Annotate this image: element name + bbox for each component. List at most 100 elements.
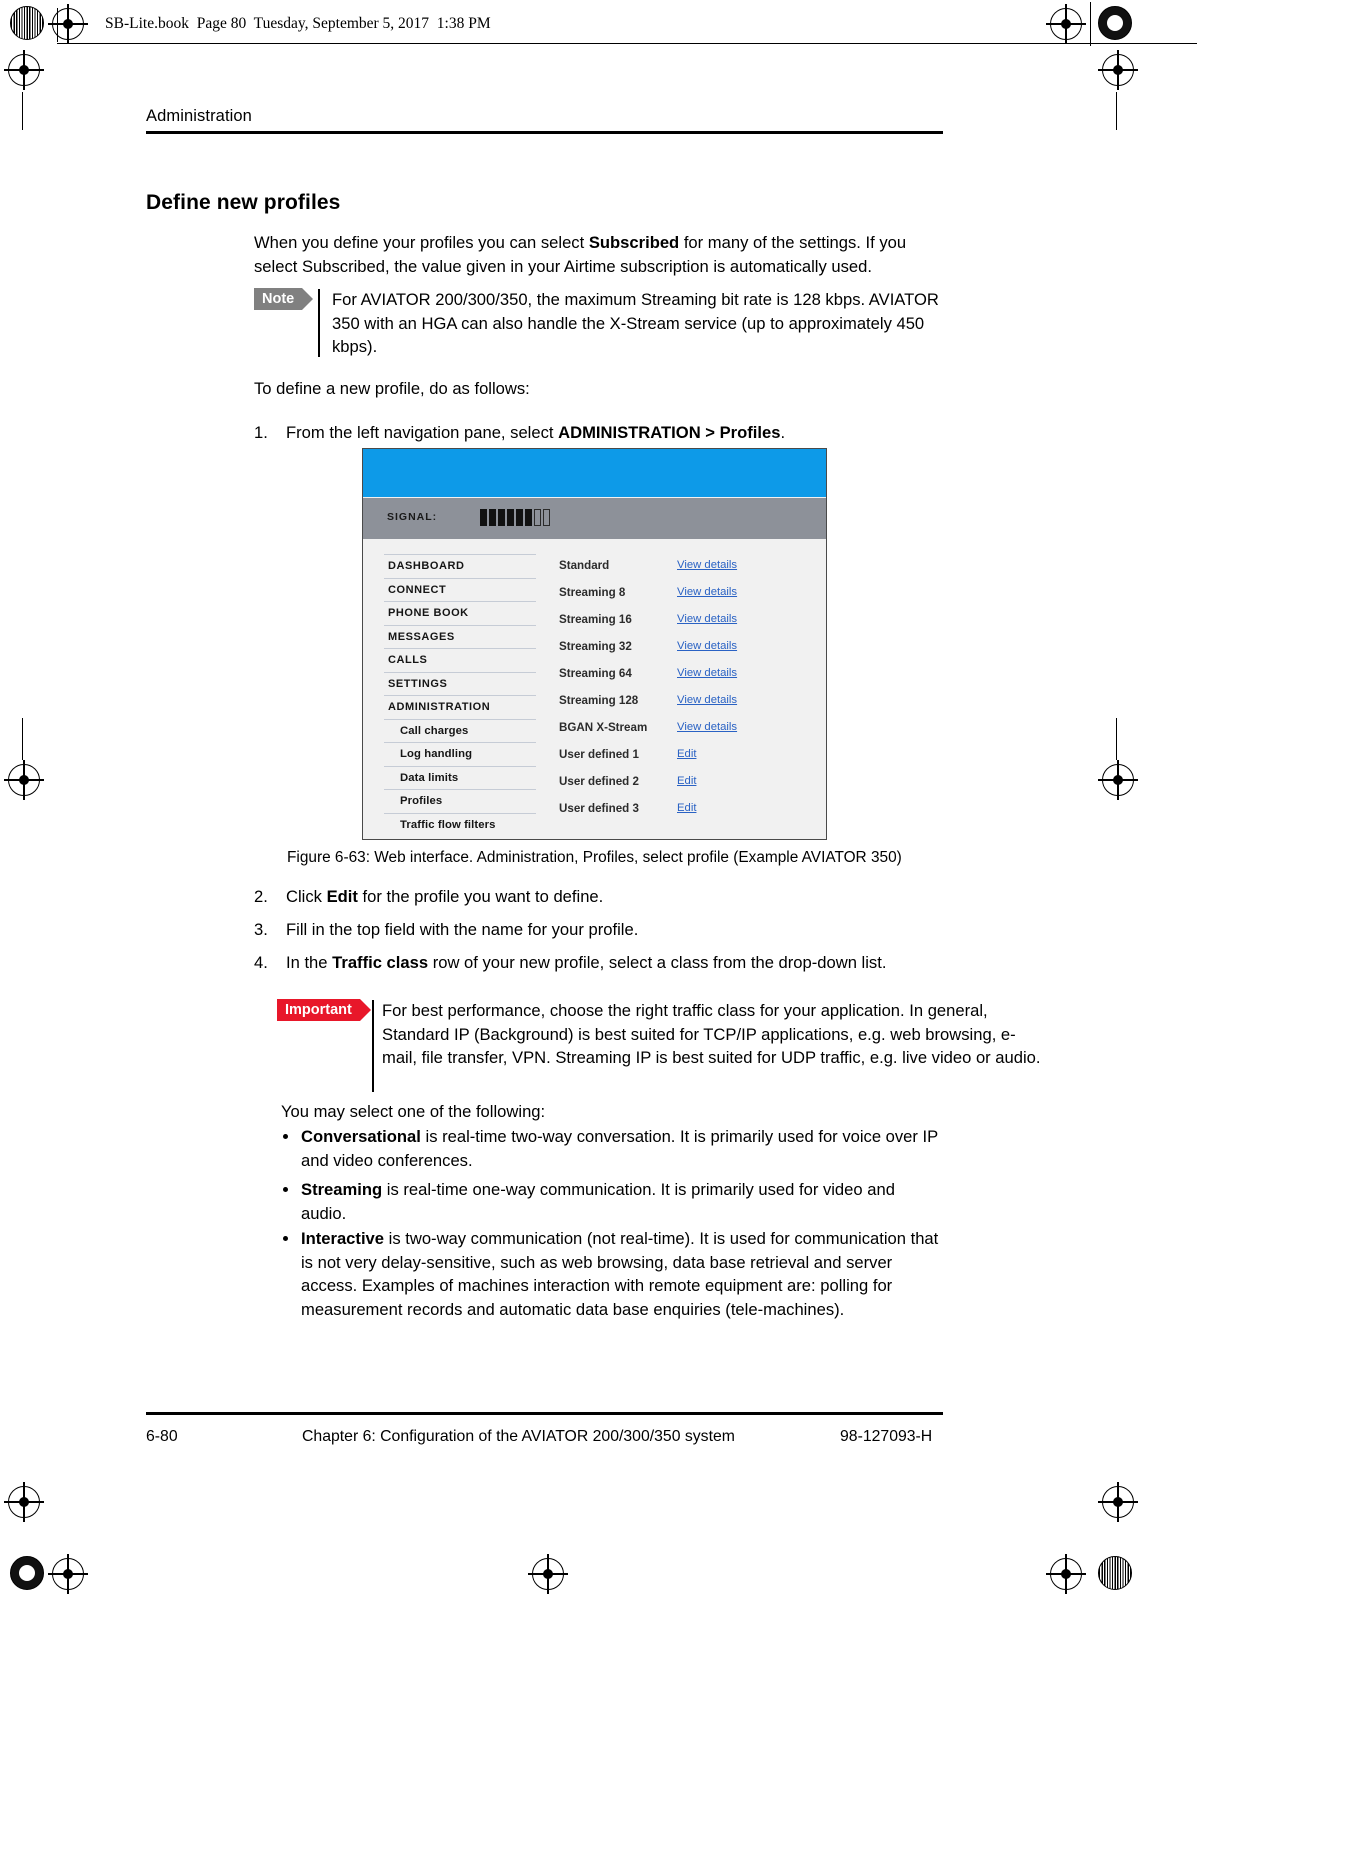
- nav-item-calls[interactable]: CALLS: [384, 648, 536, 672]
- bullet-streaming-rest: is real-time one-way communication. It i…: [301, 1180, 895, 1223]
- note-vertical-rule: [318, 289, 320, 357]
- important-tag-wrap: Important: [277, 999, 371, 1021]
- step-1-number: 1.: [254, 423, 268, 442]
- profile-row: User defined 3 Edit: [559, 800, 809, 827]
- intro-text-1: When you define your profiles you can se…: [254, 233, 589, 252]
- view-details-link[interactable]: View details: [677, 694, 737, 706]
- nav-item-profiles[interactable]: Profiles: [384, 789, 536, 813]
- signal-strength-icon: [480, 509, 550, 526]
- bullet-streaming-bold: Streaming: [301, 1180, 383, 1199]
- bullet-conversational: Conversational is real-time two-way conv…: [283, 1125, 943, 1172]
- footer-rule: [146, 1412, 943, 1415]
- step-3-text-a: Fill in the top field with the name for …: [286, 920, 639, 939]
- edit-link[interactable]: Edit: [677, 775, 696, 787]
- running-head-rule: [146, 131, 943, 134]
- step-3-number: 3.: [254, 920, 268, 939]
- nav-item-settings[interactable]: SETTINGS: [384, 671, 536, 696]
- bullet-dot-icon: [283, 1187, 288, 1192]
- profile-name: User defined 1: [559, 748, 639, 761]
- step-item-4: 4. In the Traffic class row of your new …: [254, 951, 944, 975]
- intro-paragraph: When you define your profiles you can se…: [254, 231, 944, 278]
- note-text: For AVIATOR 200/300/350, the maximum Str…: [332, 290, 939, 356]
- step-2-text-b: for the profile you want to define.: [357, 887, 604, 906]
- bullet-interactive: Interactive is two-way communication (no…: [283, 1227, 943, 1321]
- profile-name: Streaming 16: [559, 613, 632, 626]
- figure-top-banner: [363, 449, 826, 497]
- intro-bold-subscribed: Subscribed: [588, 233, 680, 252]
- footer-chapter-title: Chapter 6: Configuration of the AVIATOR …: [302, 1428, 735, 1445]
- step-4-text: In the Traffic class row of your new pro…: [286, 951, 944, 975]
- step-1-text-b: .: [780, 423, 786, 442]
- nav-item-administration[interactable]: ADMINISTRATION: [384, 695, 536, 719]
- view-details-link[interactable]: View details: [677, 721, 737, 733]
- step-4-number: 4.: [254, 953, 268, 972]
- step-2-number: 2.: [254, 887, 268, 906]
- step-4-bold: Traffic class: [332, 953, 429, 972]
- nav-item-call-charges[interactable]: Call charges: [384, 718, 536, 743]
- edit-link[interactable]: Edit: [677, 802, 696, 814]
- note-tag: Note: [254, 288, 314, 310]
- view-details-link[interactable]: View details: [677, 640, 737, 652]
- bullet-interactive-rest: is two-way communication (not real-time)…: [301, 1229, 939, 1319]
- profile-name: Standard: [559, 559, 610, 572]
- nav-item-traffic-flow-filters[interactable]: Traffic flow filters: [384, 812, 536, 837]
- footer-document-number: 98-127093-H: [840, 1428, 933, 1445]
- profile-name: User defined 2: [559, 775, 639, 788]
- profile-name: Streaming 128: [559, 694, 639, 707]
- nav-item-messages[interactable]: MESSAGES: [384, 624, 536, 649]
- profile-name: Streaming 32: [559, 640, 632, 653]
- bullet-streaming-text: Streaming is real-time one-way communica…: [301, 1178, 943, 1225]
- profile-row: BGAN X-Stream View details: [559, 719, 809, 746]
- navigation-pane: DASHBOARD CONNECT PHONE BOOK MESSAGES CALLS S…: [384, 554, 536, 836]
- profile-name: BGAN X-Stream: [559, 721, 648, 734]
- figure-caption: Figure 6-63: Web interface. Administrati…: [287, 849, 902, 866]
- profile-name: Streaming 64: [559, 667, 632, 680]
- step-4-text-b: row of your new profile, select a class …: [428, 953, 887, 972]
- step-1-text-a: From the left navigation pane, select: [286, 423, 559, 442]
- note-tag-wrap: Note: [254, 288, 314, 310]
- step-4-text-a: In the: [286, 953, 333, 972]
- view-details-link[interactable]: View details: [677, 613, 737, 625]
- step-3-text: Fill in the top field with the name for …: [286, 918, 944, 942]
- nav-item-dashboard[interactable]: DASHBOARD: [384, 554, 536, 578]
- profile-row: Streaming 64 View details: [559, 665, 809, 692]
- page-content: Administration Define new profiles When …: [0, 0, 1358, 1873]
- figure-body: DASHBOARD CONNECT PHONE BOOK MESSAGES CALLS S…: [363, 539, 826, 839]
- lead-in-paragraph: To define a new profile, do as follows:: [254, 379, 530, 398]
- select-one-paragraph: You may select one of the following:: [281, 1102, 546, 1121]
- profile-row: Streaming 16 View details: [559, 611, 809, 638]
- view-details-link[interactable]: View details: [677, 667, 737, 679]
- profile-row: Streaming 8 View details: [559, 584, 809, 611]
- page-title: Define new profiles: [146, 191, 341, 214]
- important-text: For best performance, choose the right t…: [382, 1001, 1041, 1067]
- signal-label: SIGNAL:: [387, 511, 438, 523]
- view-details-link[interactable]: View details: [677, 559, 737, 571]
- profile-name: Streaming 8: [559, 586, 626, 599]
- bullet-conversational-text: Conversational is real-time two-way conv…: [301, 1125, 943, 1172]
- important-tag: Important: [277, 999, 371, 1021]
- running-head: Administration: [146, 107, 252, 125]
- step-1-text: From the left navigation pane, select AD…: [286, 421, 944, 445]
- nav-item-log-handling[interactable]: Log handling: [384, 742, 536, 766]
- step-2-text-a: Click: [286, 887, 327, 906]
- profile-name: User defined 3: [559, 802, 639, 815]
- profiles-list: Standard View details Streaming 8 View deta…: [559, 557, 809, 827]
- view-details-link[interactable]: View details: [677, 586, 737, 598]
- bullet-streaming: Streaming is real-time one-way communica…: [283, 1178, 943, 1225]
- step-1-bold: ADMINISTRATION > Profiles: [558, 423, 781, 442]
- important-vertical-rule: [372, 1000, 374, 1092]
- web-interface-figure: SIGNAL: DASHBOARD CONNECT PHONE BOOK MESSAG…: [362, 448, 827, 840]
- bullet-interactive-text: Interactive is two-way communication (no…: [301, 1227, 943, 1321]
- profile-row: User defined 1 Edit: [559, 746, 809, 773]
- profile-row: User defined 2 Edit: [559, 773, 809, 800]
- nav-item-connect[interactable]: CONNECT: [384, 577, 536, 602]
- bullet-dot-icon: [283, 1134, 288, 1139]
- nav-item-phone-book[interactable]: PHONE BOOK: [384, 601, 536, 625]
- profile-row: Streaming 128 View details: [559, 692, 809, 719]
- step-item-3: 3. Fill in the top field with the name f…: [254, 918, 944, 942]
- nav-item-data-limits[interactable]: Data limits: [384, 765, 536, 790]
- edit-link[interactable]: Edit: [677, 748, 696, 760]
- bullet-conversational-bold: Conversational: [301, 1127, 421, 1146]
- step-2-bold: Edit: [326, 887, 358, 906]
- bullet-dot-icon: [283, 1236, 288, 1241]
